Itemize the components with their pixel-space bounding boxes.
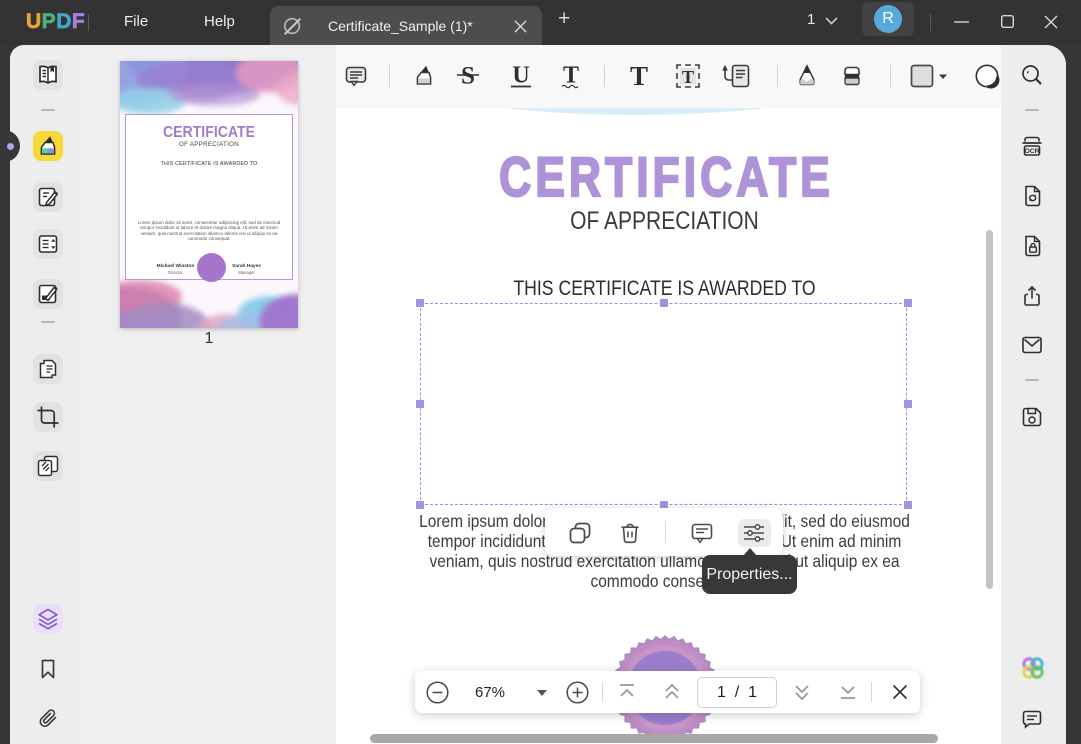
svg-text:T: T (563, 63, 579, 89)
svg-text:OCR: OCR (1024, 148, 1039, 155)
svg-text:T: T (630, 62, 648, 90)
svg-text:S: S (461, 63, 475, 90)
svg-text:U: U (512, 63, 529, 89)
svg-text:T: T (682, 67, 694, 87)
